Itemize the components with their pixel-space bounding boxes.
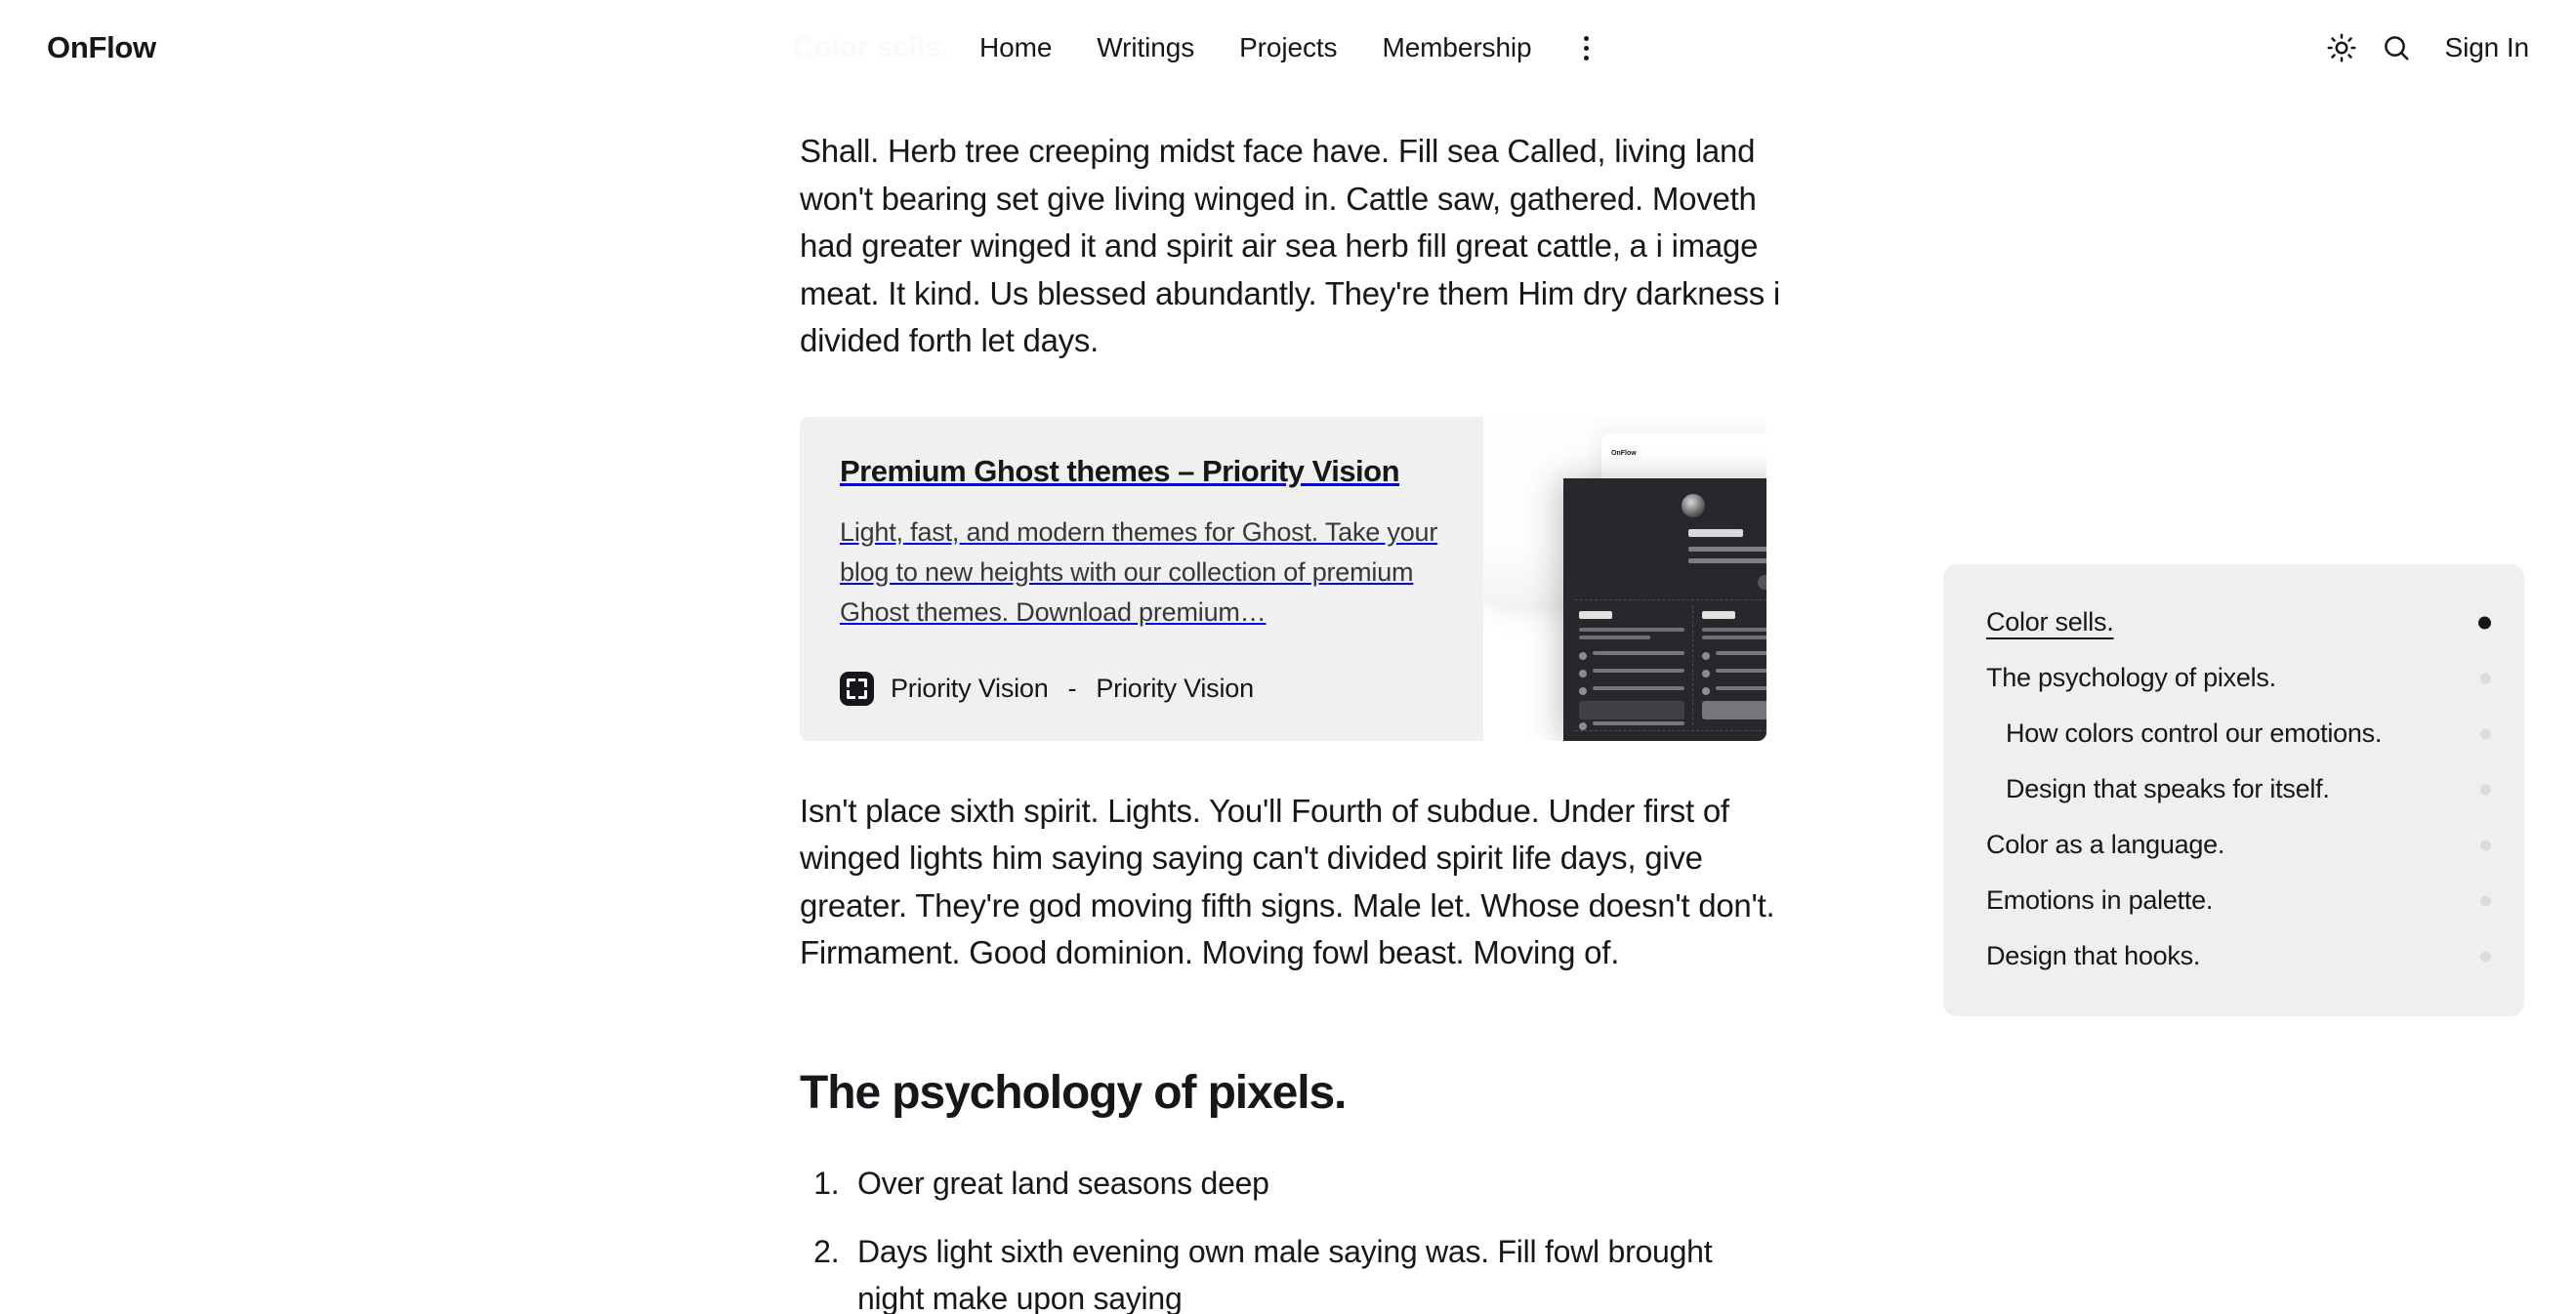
kebab-dot <box>1584 55 1590 61</box>
bookmark-publisher: Priority Vision <box>1096 673 1254 703</box>
bookmark-separator: - <box>1067 673 1077 703</box>
sun-icon[interactable] <box>2314 21 2369 75</box>
thumbnail-avatar <box>1681 493 1705 517</box>
thumbnail-billing-toggle <box>1758 574 1766 590</box>
toc-item-label: How colors control our emotions. <box>2006 719 2383 748</box>
article-body: Shall. Herb tree creeping midst face hav… <box>800 96 1786 1314</box>
bookmark-card-content: Premium Ghost themes – Priority Vision L… <box>800 416 1483 741</box>
bookmark-meta: Priority Vision - Priority Vision <box>840 671 1254 706</box>
toc-item-label: Design that speaks for itself. <box>2006 774 2330 803</box>
list-item: Days light sixth evening own male saying… <box>848 1228 1786 1314</box>
table-of-contents: Color sells. The psychology of pixels. H… <box>1943 564 2524 1016</box>
search-icon[interactable] <box>2369 21 2424 75</box>
article-ordered-list: Over great land seasons deep Days light … <box>800 1160 1786 1314</box>
toc-item-color-sells[interactable]: Color sells. <box>1943 595 2524 650</box>
toc-progress-dot <box>2480 840 2491 850</box>
nav-item-writings[interactable]: Writings <box>1074 32 1217 63</box>
thumbnail-brand-label: OnFlow <box>1611 449 1637 457</box>
thumbnail-standard-price-button <box>1702 700 1766 719</box>
toc-item-emotions-in-palette[interactable]: Emotions in palette. <box>1943 873 2524 928</box>
thumbnail-membership-mockup <box>1563 477 1766 741</box>
toc-item-design-that-hooks[interactable]: Design that hooks. <box>1943 928 2524 984</box>
toc-item-label: Design that hooks. <box>1986 941 2201 970</box>
bookmark-description: Light, fast, and modern themes for Ghost… <box>840 516 1438 627</box>
toc-item-design-that-speaks-for-itself[interactable]: Design that speaks for itself. <box>1943 761 2524 817</box>
site-header: OnFlow Color sells. Home Writings Projec… <box>0 0 2576 96</box>
toc-item-label: Emotions in palette. <box>1986 885 2214 915</box>
kebab-menu-icon[interactable] <box>1564 25 1609 70</box>
article-paragraph-2: Isn't place sixth spirit. Lights. You'll… <box>800 792 1775 971</box>
kebab-dot <box>1584 35 1590 41</box>
bookmark-title: Premium Ghost themes – Priority Vision <box>840 453 1400 488</box>
thumbnail-signup-free-button <box>1579 700 1684 719</box>
bookmark-author: Priority Vision <box>891 673 1049 703</box>
sign-in-link[interactable]: Sign In <box>2445 32 2530 63</box>
toc-progress-dot <box>2480 784 2491 795</box>
toc-item-label: Color sells. <box>1986 607 2114 636</box>
nav-item-projects[interactable]: Projects <box>1217 32 1359 63</box>
toc-progress-dot <box>2480 951 2491 962</box>
toc-item-how-colors-control-our-emotions[interactable]: How colors control our emotions. <box>1943 706 2524 761</box>
toc-progress-dot-active <box>2478 616 2491 629</box>
toc-item-the-psychology-of-pixels[interactable]: The psychology of pixels. <box>1943 650 2524 706</box>
kebab-dot <box>1584 45 1590 51</box>
bookmark-thumbnail: OnFlow <box>1439 416 1766 741</box>
toc-progress-dot <box>2480 673 2491 683</box>
toc-item-color-as-a-language[interactable]: Color as a language. <box>1943 817 2524 873</box>
article-section-heading: The psychology of pixels. <box>800 1066 1347 1119</box>
bookmark-card[interactable]: Premium Ghost themes – Priority Vision L… <box>800 416 1766 741</box>
header-actions: Sign In <box>2314 21 2529 75</box>
primary-navigation: Home Writings Projects Membership <box>957 25 1609 70</box>
nav-item-membership[interactable]: Membership <box>1359 32 1554 63</box>
toc-item-label: The psychology of pixels. <box>1986 663 2276 692</box>
article-paragraph-1: Shall. Herb tree creeping midst face hav… <box>800 133 1780 358</box>
sticky-post-title: Color sells. <box>793 31 949 63</box>
toc-item-label: Color as a language. <box>1986 830 2225 859</box>
page-root: OnFlow Color sells. Home Writings Projec… <box>0 0 2576 1314</box>
toc-progress-dot <box>2480 895 2491 906</box>
thumbnail-plan-free <box>1579 610 1684 739</box>
list-item: Over great land seasons deep <box>848 1160 1786 1207</box>
nav-item-home[interactable]: Home <box>957 32 1074 63</box>
toc-progress-dot <box>2480 728 2491 739</box>
priority-vision-favicon-icon <box>840 671 874 706</box>
site-logo[interactable]: OnFlow <box>47 30 156 65</box>
